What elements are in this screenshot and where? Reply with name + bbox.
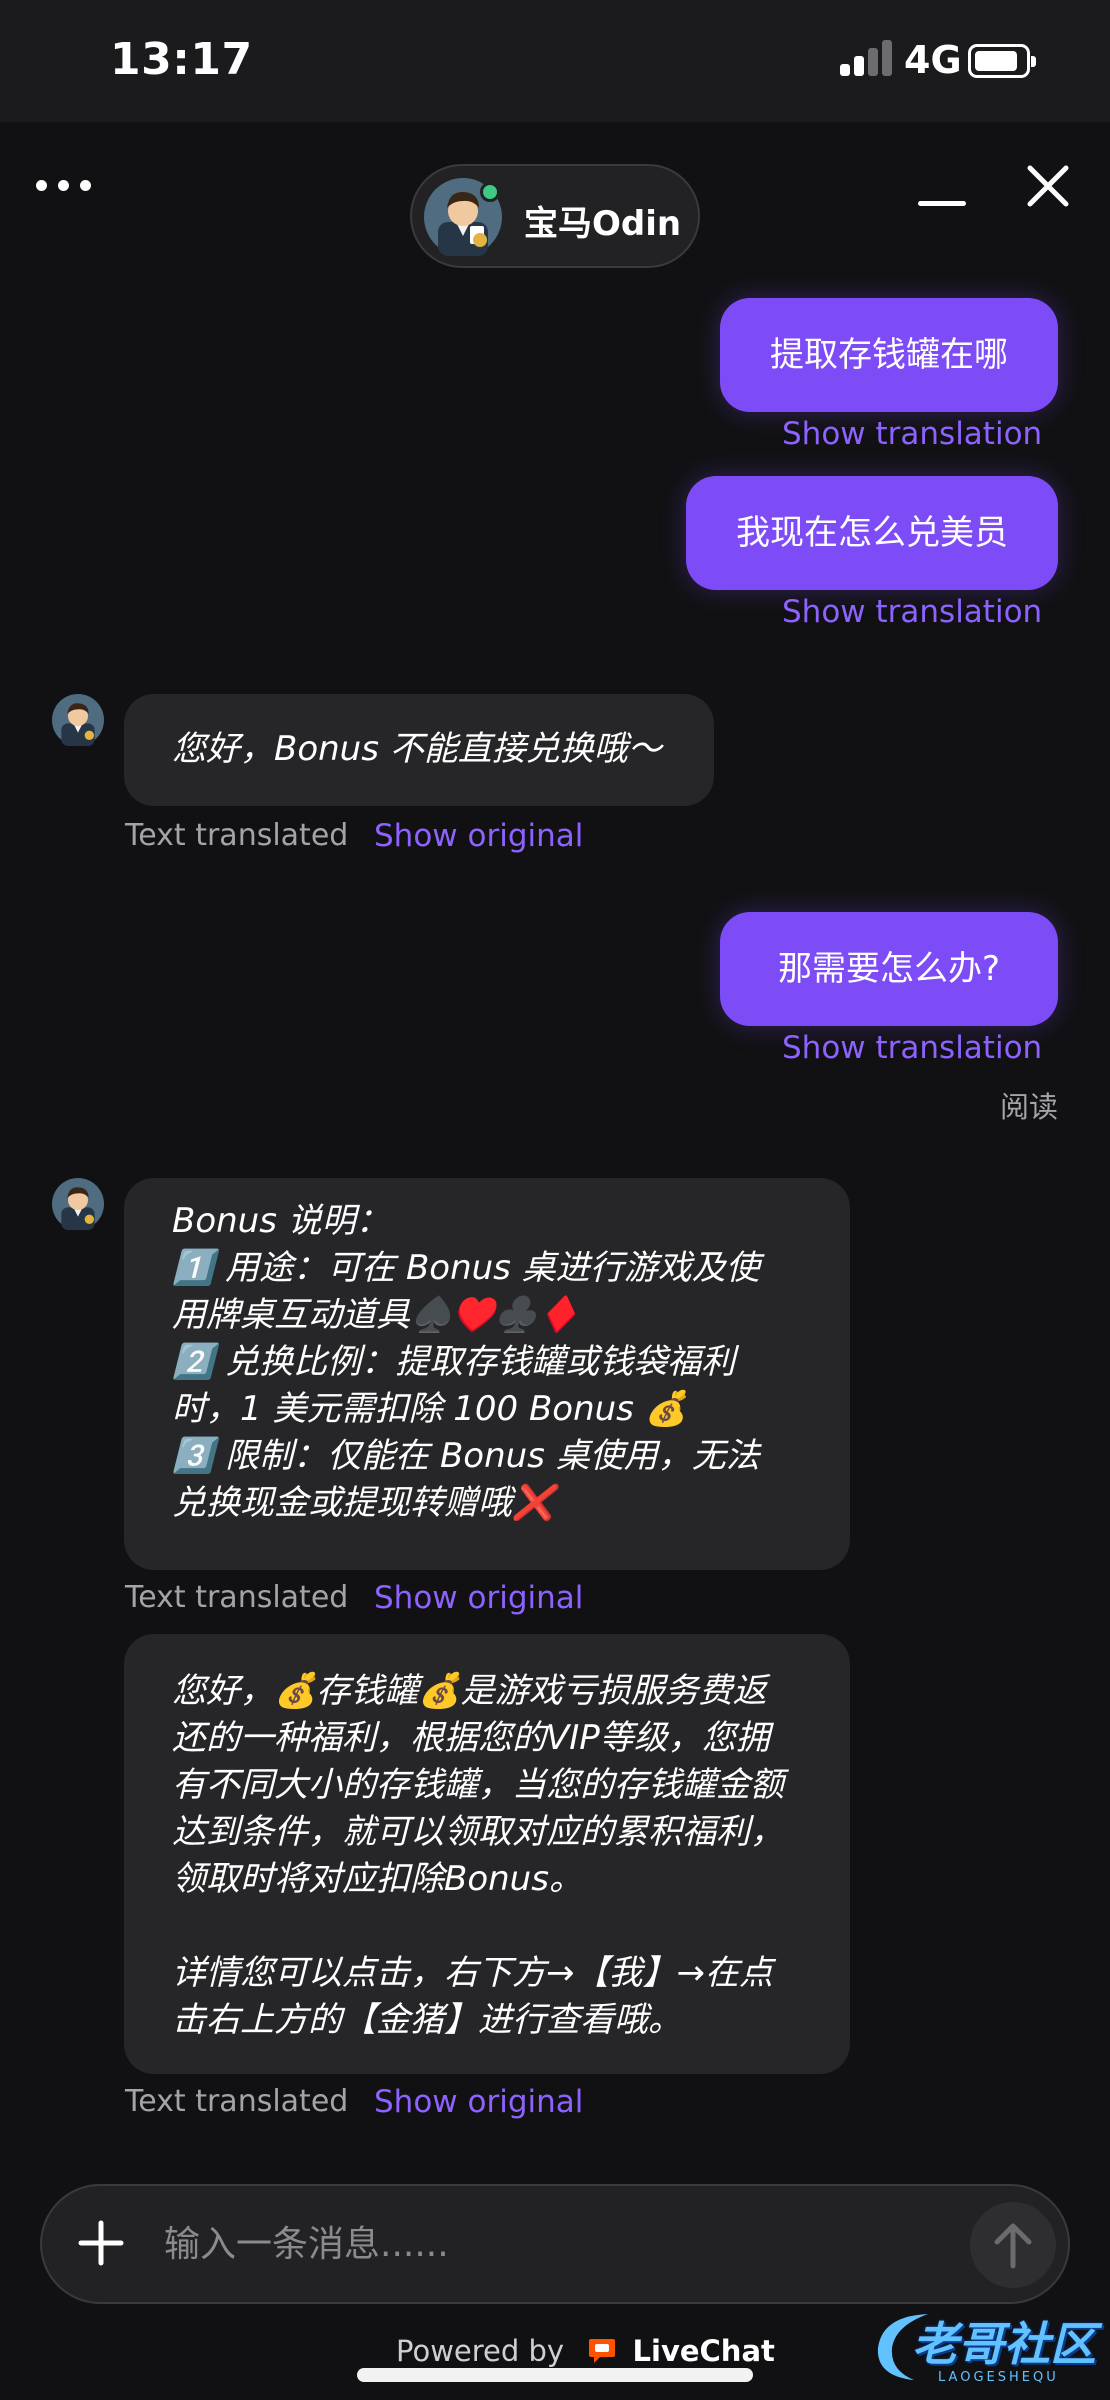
chat-header: 宝马Odin [0, 122, 1110, 282]
show-original-link[interactable]: Show original [374, 1580, 583, 1616]
incoming-message[interactable]: Bonus 说明： 1️⃣ 用途：可在 Bonus 桌进行游戏及使 用牌桌互动道… [124, 1178, 850, 1570]
message-line: 兑换现金或提现转赠哦❌ [172, 1483, 555, 1523]
incoming-message[interactable]: 您好，Bonus 不能直接兑换哦～ [124, 694, 714, 806]
message-line: 领取时将对应扣除Bonus。 [172, 1859, 583, 1899]
powered-by-label: Powered by [396, 2334, 565, 2368]
network-type: 4G [904, 38, 962, 82]
minimize-icon[interactable] [918, 196, 968, 210]
watermark-text: 老哥社区 [912, 2317, 1096, 2371]
show-translation-link[interactable]: Show translation [782, 594, 1042, 630]
outgoing-message[interactable]: 我现在怎么兑美员 [686, 476, 1058, 590]
plus-icon[interactable] [78, 2220, 124, 2266]
message-text: 那需要怎么办? [777, 948, 1001, 989]
message-line: 您好，Bonus 不能直接兑换哦～ [172, 729, 662, 769]
message-line: 达到条件，就可以领取对应的累积福利， [172, 1812, 784, 1852]
message-line: 您好，💰存钱罐💰是游戏亏损服务费返 [172, 1671, 767, 1711]
agent-info-pill[interactable]: 宝马Odin [410, 164, 700, 268]
message-line: 还的一种福利，根据您的VIP等级，您拥 [172, 1718, 770, 1758]
menu-dots-icon[interactable] [36, 180, 92, 194]
show-translation-link[interactable]: Show translation [782, 416, 1042, 452]
read-receipt: 阅读 [1000, 1090, 1059, 1124]
send-button[interactable] [970, 2202, 1056, 2288]
message-text: 我现在怎么兑美员 [736, 512, 1008, 553]
status-bar: 13:17 4G [0, 0, 1110, 122]
message-input[interactable] [164, 2216, 964, 2272]
agent-avatar [52, 694, 104, 746]
message-text: 提取存钱罐在哪 [770, 334, 1008, 375]
message-line: 3️⃣ 限制：仅能在 Bonus 桌使用，无法 [172, 1436, 760, 1476]
livechat-logo-icon [589, 2339, 616, 2363]
text-translated-label: Text translated [125, 818, 349, 853]
text-translated-label: Text translated [125, 2084, 349, 2119]
livechat-brand: LiveChat [632, 2334, 775, 2368]
message-line: 详情您可以点击，右下方→【我】→在点 [172, 1953, 773, 1993]
message-line: 有不同大小的存钱罐，当您的存钱罐金额 [172, 1765, 784, 1805]
message-line: 2️⃣ 兑换比例：提取存钱罐或钱袋福利 [172, 1342, 736, 1382]
battery-icon [968, 44, 1036, 78]
text-translated-label: Text translated [125, 1580, 349, 1615]
outgoing-message[interactable]: 提取存钱罐在哪 [720, 298, 1058, 412]
show-original-link[interactable]: Show original [374, 2084, 583, 2120]
send-arrow-icon [994, 2223, 1032, 2269]
cellular-signal-icon [840, 40, 894, 76]
message-line: Bonus 说明： [172, 1201, 390, 1241]
show-original-link[interactable]: Show original [374, 818, 583, 854]
message-line: 1️⃣ 用途：可在 Bonus 桌进行游戏及使 [172, 1248, 760, 1288]
watermark-logo: 老哥社区 LAOGESHEQU [868, 2302, 1108, 2396]
agent-avatar [52, 1178, 104, 1230]
message-composer [40, 2184, 1070, 2304]
incoming-message[interactable]: 您好，💰存钱罐💰是游戏亏损服务费返 还的一种福利，根据您的VIP等级，您拥 有不… [124, 1634, 850, 2074]
message-line: 时，1 美元需扣除 100 Bonus 💰 [172, 1389, 688, 1429]
home-indicator [357, 2368, 753, 2382]
show-translation-link[interactable]: Show translation [782, 1030, 1042, 1066]
message-line: 击右上方的【金猪】进行查看哦。 [172, 2000, 682, 2040]
outgoing-message[interactable]: 那需要怎么办? [720, 912, 1058, 1026]
watermark-subtext: LAOGESHEQU [938, 2370, 1059, 2385]
agent-name: 宝马Odin [524, 204, 682, 244]
close-icon[interactable] [1024, 162, 1072, 210]
message-line: 用牌桌互动道具♠️♥️♣️♦️ [172, 1295, 580, 1335]
online-indicator [480, 182, 500, 202]
status-time: 13:17 [110, 34, 253, 85]
